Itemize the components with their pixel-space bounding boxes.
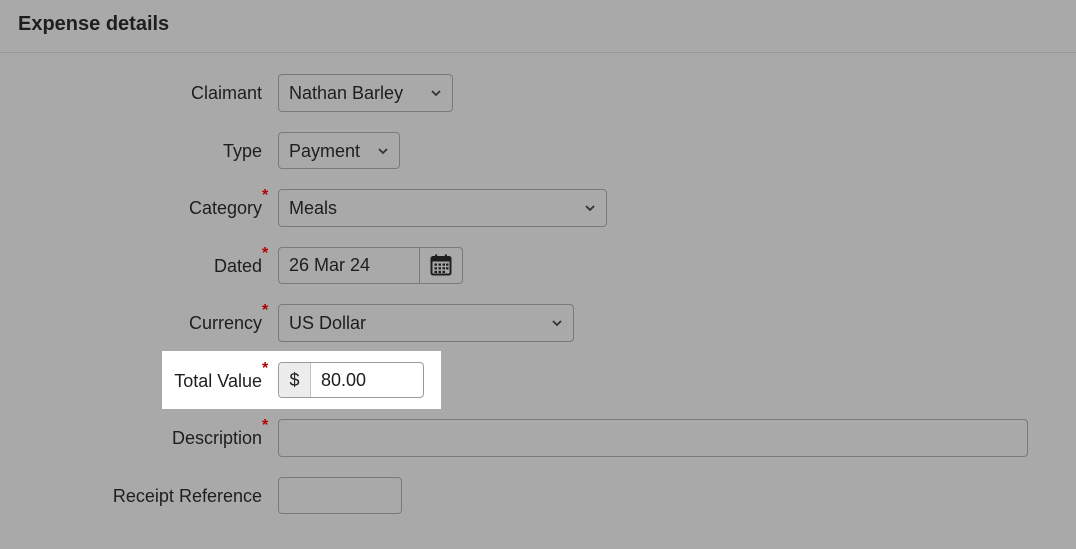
required-marker: *: [262, 417, 269, 434]
category-value: Meals: [289, 198, 338, 218]
calendar-icon: [430, 254, 452, 276]
date-input[interactable]: 26 Mar 24: [278, 247, 463, 284]
currency-select[interactable]: US Dollar: [278, 304, 574, 342]
type-value: Payment: [289, 141, 361, 161]
chevron-down-icon: [378, 148, 388, 155]
category-select[interactable]: Meals: [278, 189, 607, 227]
type-select[interactable]: Payment: [278, 132, 400, 169]
section-title: Expense details: [18, 13, 170, 35]
total-value-label: Total Value: [174, 371, 262, 391]
required-marker: *: [262, 245, 269, 262]
type-label: Type: [222, 141, 262, 161]
currency-symbol: $: [279, 363, 311, 397]
description-input[interactable]: [278, 419, 1028, 457]
receipt-reference-input[interactable]: [278, 477, 402, 514]
total-value-amount: 80.00: [321, 370, 367, 390]
date-picker-button[interactable]: [419, 248, 462, 283]
chevron-down-icon: [431, 90, 441, 97]
claimant-label: Claimant: [190, 83, 262, 103]
claimant-select[interactable]: Nathan Barley: [278, 74, 453, 112]
chevron-down-icon: [552, 320, 562, 327]
claimant-value: Nathan Barley: [289, 83, 404, 103]
total-value-input[interactable]: $ 80.00: [278, 362, 424, 398]
chevron-down-icon: [585, 205, 595, 212]
description-label: Description: [171, 428, 262, 448]
section-header: Expense details: [0, 0, 1076, 53]
receipt-reference-label: Receipt Reference: [112, 486, 262, 506]
date-value: 26 Mar 24: [289, 255, 371, 275]
dated-label: Dated: [213, 256, 262, 276]
currency-value: US Dollar: [289, 313, 367, 333]
category-label: Category: [188, 198, 262, 218]
currency-label: Currency: [188, 313, 262, 333]
required-marker: *: [262, 360, 269, 377]
required-marker: *: [262, 302, 269, 319]
required-marker: *: [262, 187, 269, 204]
